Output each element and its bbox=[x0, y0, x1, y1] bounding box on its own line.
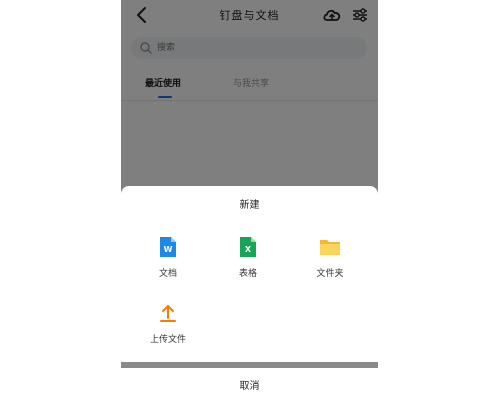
upload-icon bbox=[160, 305, 176, 322]
excel-sheet-icon: X bbox=[240, 237, 256, 257]
new-folder-option[interactable]: 文件夹 bbox=[295, 236, 365, 292]
cancel-button[interactable]: 取消 bbox=[121, 368, 378, 394]
new-sheet-label: 表格 bbox=[238, 269, 257, 279]
cancel-label: 取消 bbox=[239, 381, 260, 392]
sheet-title: 新建 bbox=[239, 200, 260, 211]
new-doc-option[interactable]: W 文档 bbox=[133, 236, 203, 292]
svg-text:W: W bbox=[164, 245, 173, 254]
svg-text:X: X bbox=[245, 245, 252, 254]
word-doc-icon: W bbox=[160, 237, 176, 257]
app-screen: 钉盘与文档 最近使用 与我共享 bbox=[121, 0, 378, 394]
new-folder-label: 文件夹 bbox=[316, 269, 344, 279]
new-doc-label: 文档 bbox=[158, 269, 177, 279]
upload-file-label: 上传文件 bbox=[149, 335, 186, 345]
folder-icon bbox=[320, 240, 340, 255]
new-sheet-option[interactable]: X 表格 bbox=[213, 236, 283, 292]
upload-file-option[interactable]: 上传文件 bbox=[133, 302, 203, 358]
